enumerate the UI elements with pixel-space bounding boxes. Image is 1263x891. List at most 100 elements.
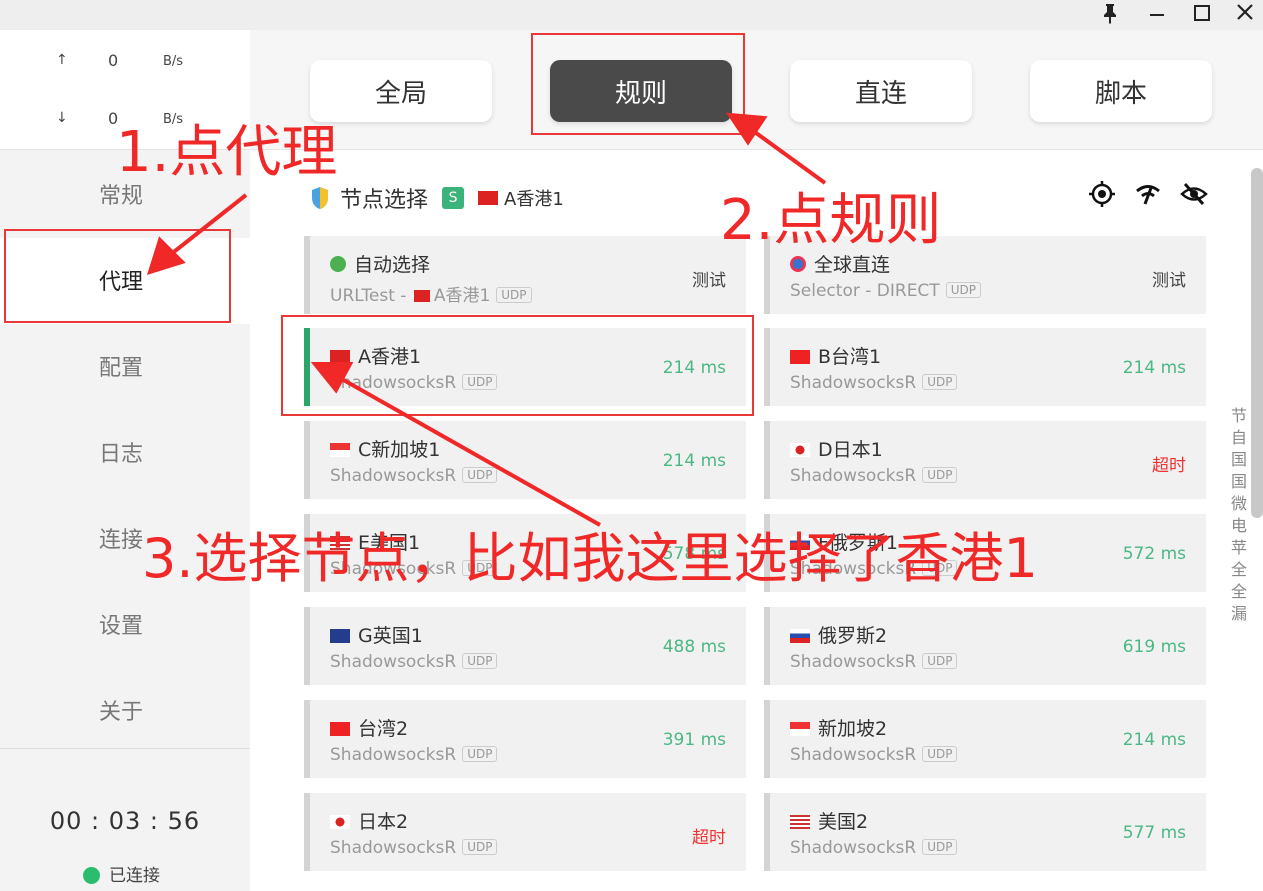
proxy-type: ShadowsocksR UDP [330,466,498,486]
proxy-group-header[interactable]: 节点选择 S A香港1 [310,180,564,216]
sidebar-item-settings[interactable]: 设置 [0,582,250,668]
sidebar-item-label: 设置 [99,614,144,639]
side-text-char: 国 [1230,472,1247,491]
sg-flag-icon [330,443,350,457]
latency-value: 214 ms [662,451,726,471]
ru-flag-icon [790,629,810,643]
sidebar-footer: 00 : 03 : 56 已连接 [0,748,250,891]
proxy-type: ShadowsocksR UDP [330,745,498,765]
proxy-card[interactable]: 自动选择 URLTest - A香港1 UDP 测试 [304,236,746,314]
cn-flag-icon [790,350,810,364]
proxy-type-label: Selector - DIRECT [790,281,940,301]
title-bar [0,0,1263,30]
proxy-card[interactable]: D日本1 ShadowsocksR UDP 超时 [764,421,1206,499]
proxy-name-label: 新加坡2 [818,718,888,740]
download-arrow-icon: ↓ [56,110,68,126]
proxy-type-label: URLTest - [330,286,412,306]
proxy-card[interactable]: 新加坡2 ShadowsocksR UDP 214 ms [764,700,1206,778]
udp-badge: UDP [462,746,498,762]
proxy-name-label: C新加坡1 [358,439,441,461]
proxy-name-label: 日本2 [358,811,409,833]
annotation-box-rule [531,33,745,135]
minimize-icon[interactable] [1140,0,1174,26]
proxy-type: ShadowsocksR UDP [790,466,958,486]
hk-flag-icon [478,191,499,205]
mode-script-button[interactable]: 脚本 [1030,60,1212,122]
mode-direct-button[interactable]: 直连 [790,60,972,122]
mode-bar: 全局 规则 直连 脚本 [250,30,1263,150]
sidebar-item-profiles[interactable]: 配置 [0,324,250,410]
cn-flag-icon [330,722,350,736]
udp-badge: UDP [462,467,498,483]
proxy-type: ShadowsocksR UDP [330,838,498,858]
latency-test-button[interactable]: 测试 [692,266,726,291]
side-text-char: 节 [1230,406,1247,425]
proxy-name: 自动选择 [330,250,430,277]
sidebar-item-label: 连接 [99,528,144,553]
sidebar-item-about[interactable]: 关于 [0,668,250,754]
proxy-card[interactable]: 美国2 ShadowsocksR UDP 577 ms [764,793,1206,871]
proxy-card[interactable]: 俄罗斯2 ShadowsocksR UDP 619 ms [764,607,1206,685]
proxy-name: 日本2 [330,807,408,834]
proxy-name: 美国2 [790,807,868,834]
udp-badge: UDP [922,653,958,669]
locate-icon[interactable] [1088,180,1116,208]
proxy-card[interactable]: B台湾1 ShadowsocksR UDP 214 ms [764,328,1206,406]
side-text-char: 全 [1230,560,1247,579]
side-text-char: 漏 [1230,604,1247,623]
proxy-card[interactable]: C新加坡1 ShadowsocksR UDP 214 ms [304,421,746,499]
sidebar-item-label: 配置 [99,356,144,381]
status-dot-icon [83,867,100,884]
maximize-icon[interactable] [1185,0,1219,26]
proxy-card[interactable]: G英国1 ShadowsocksR UDP 488 ms [304,607,746,685]
proxy-type-label: ShadowsocksR [330,466,457,486]
proxy-name: 新加坡2 [790,714,887,741]
sidebar-item-label: 日志 [99,442,144,467]
side-text: 节自国国微电苹全全漏 [1228,405,1250,625]
latency-test-button[interactable]: 测试 [1152,266,1186,291]
proxy-name-label: 美国2 [818,811,869,833]
proxy-name: 俄罗斯2 [790,621,887,648]
latency-test-icon[interactable] [1134,180,1162,208]
recycle-icon [330,256,346,272]
latency-value: 577 ms [1122,823,1186,843]
jp-flag-icon [790,443,810,457]
proxy-type: ShadowsocksR UDP [790,373,958,393]
proxy-name: C新加坡1 [330,435,440,462]
latency-value: 488 ms [662,637,726,657]
annotation-box-proxy [4,229,231,323]
udp-badge: UDP [922,839,958,855]
proxy-name-label: D日本1 [818,439,883,461]
proxy-name: B台湾1 [790,342,881,369]
group-title: 节点选择 [340,188,429,213]
proxy-type-target: A香港1 [433,286,491,306]
pin-icon[interactable] [1093,0,1127,26]
proxy-name: D日本1 [790,435,883,462]
proxy-type-label: ShadowsocksR [790,745,917,765]
group-type-badge: S [442,187,465,209]
sidebar-item-logs[interactable]: 日志 [0,410,250,496]
proxy-name-label: 全球直连 [814,254,891,276]
proxy-name-label: 自动选择 [354,254,431,276]
mode-global-button[interactable]: 全局 [310,60,492,122]
udp-badge: UDP [922,746,958,762]
hide-icon[interactable] [1180,180,1208,208]
latency-value: 超时 [1152,456,1186,476]
proxy-type-label: ShadowsocksR [330,838,457,858]
uptime-timer: 00 : 03 : 56 [49,807,201,835]
proxy-name-label: B台湾1 [818,346,882,368]
proxy-name: 全球直连 [790,250,890,277]
sidebar-item-label: 关于 [99,700,144,725]
proxy-card[interactable]: 日本2 ShadowsocksR UDP 超时 [304,793,746,871]
latency-value: 214 ms [1122,358,1186,378]
proxy-type-label: ShadowsocksR [790,652,917,672]
annotation-step1: 1.点代理 [116,120,338,185]
scrollbar[interactable] [1251,168,1263,518]
group-selected-proxy: A香港1 [504,189,564,210]
udp-badge: UDP [922,374,958,390]
close-icon[interactable] [1228,0,1262,26]
proxy-type: ShadowsocksR UDP [790,838,958,858]
proxy-name-label: 台湾2 [358,718,409,740]
latency-value: 619 ms [1122,637,1186,657]
proxy-card[interactable]: 台湾2 ShadowsocksR UDP 391 ms [304,700,746,778]
